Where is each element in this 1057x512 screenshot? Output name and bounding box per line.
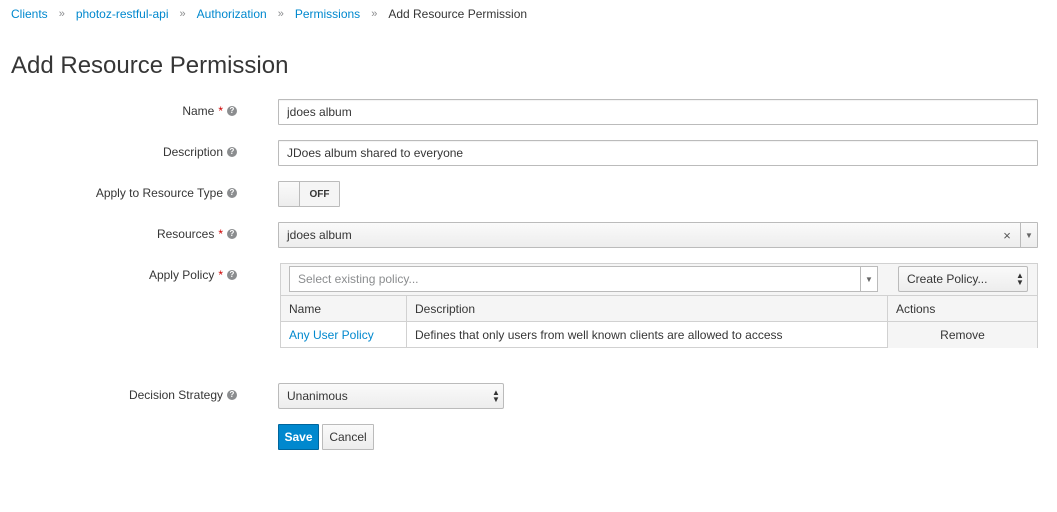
policy-actions-cell: Remove bbox=[888, 322, 1037, 348]
description-label: Description ? bbox=[163, 145, 237, 159]
policy-toolbar: Select existing policy... ▼ Create Polic… bbox=[281, 264, 1037, 296]
decision-strategy-value: Unanimous bbox=[287, 389, 348, 403]
breadcrumb-clients[interactable]: Clients bbox=[11, 7, 48, 21]
policy-description-cell: Defines that only users from well known … bbox=[407, 322, 888, 348]
resources-selected-value: jdoes album bbox=[287, 228, 352, 242]
help-icon[interactable]: ? bbox=[227, 188, 237, 198]
toggle-knob[interactable] bbox=[279, 182, 300, 206]
breadcrumb: Clients » photoz-restful-api » Authoriza… bbox=[11, 7, 527, 21]
apply-resource-type-label-text: Apply to Resource Type bbox=[95, 186, 223, 200]
policy-table: Name Description Actions Any User Policy… bbox=[281, 296, 1037, 348]
resources-label: Resources * ? bbox=[157, 227, 237, 241]
help-icon[interactable]: ? bbox=[227, 106, 237, 116]
apply-policy-label-text: Apply Policy bbox=[148, 268, 215, 282]
column-header-name: Name bbox=[281, 296, 407, 321]
column-header-description: Description bbox=[407, 296, 888, 321]
breadcrumb-client[interactable]: photoz-restful-api bbox=[76, 7, 169, 21]
breadcrumb-separator: » bbox=[277, 8, 284, 20]
create-policy-select[interactable]: Create Policy... ▲ ▼ bbox=[898, 266, 1028, 292]
create-policy-label: Create Policy... bbox=[907, 272, 988, 286]
help-icon[interactable]: ? bbox=[227, 390, 237, 400]
breadcrumb-authorization[interactable]: Authorization bbox=[197, 7, 267, 21]
policy-select[interactable]: Select existing policy... ▼ bbox=[289, 266, 878, 292]
breadcrumb-separator: » bbox=[58, 8, 65, 20]
table-header-row: Name Description Actions bbox=[281, 296, 1037, 322]
decision-strategy-select[interactable]: Unanimous ▲ ▼ bbox=[278, 383, 504, 409]
save-button[interactable]: Save bbox=[278, 424, 319, 450]
apply-resource-type-toggle[interactable]: OFF bbox=[278, 181, 340, 207]
decision-strategy-label-text: Decision Strategy bbox=[128, 388, 223, 402]
toggle-state: OFF bbox=[300, 182, 339, 206]
policy-name-link[interactable]: Any User Policy bbox=[289, 328, 374, 342]
help-icon[interactable]: ? bbox=[227, 229, 237, 239]
resources-select[interactable]: jdoes album × ▼ bbox=[278, 222, 1038, 248]
help-icon[interactable]: ? bbox=[227, 147, 237, 157]
required-mark: * bbox=[218, 104, 223, 118]
updown-arrows-icon: ▲ ▼ bbox=[1016, 271, 1024, 287]
column-header-actions: Actions bbox=[896, 301, 936, 316]
page-title: Add Resource Permission bbox=[11, 52, 289, 79]
clear-icon[interactable]: × bbox=[1000, 228, 1014, 243]
cancel-button[interactable]: Cancel bbox=[322, 424, 374, 450]
help-icon[interactable]: ? bbox=[227, 270, 237, 280]
breadcrumb-permissions[interactable]: Permissions bbox=[295, 7, 360, 21]
name-label: Name * ? bbox=[182, 104, 237, 118]
remove-button[interactable]: Remove bbox=[888, 322, 1037, 348]
chevron-down-icon[interactable]: ▼ bbox=[1020, 223, 1037, 247]
breadcrumb-separator: » bbox=[179, 8, 186, 20]
description-label-text: Description bbox=[162, 145, 223, 159]
policy-name-cell: Any User Policy bbox=[281, 322, 407, 348]
name-input[interactable] bbox=[278, 99, 1038, 125]
apply-policy-label: Apply Policy * ? bbox=[149, 268, 237, 282]
policy-select-placeholder: Select existing policy... bbox=[298, 272, 419, 286]
apply-policy-panel: Select existing policy... ▼ Create Polic… bbox=[280, 263, 1038, 348]
apply-resource-type-label: Apply to Resource Type ? bbox=[96, 186, 237, 200]
page: Clients » photoz-restful-api » Authoriza… bbox=[0, 0, 1057, 512]
required-mark: * bbox=[218, 227, 223, 241]
breadcrumb-separator: » bbox=[371, 8, 378, 20]
resources-label-text: Resources bbox=[156, 227, 215, 241]
chevron-down-icon[interactable]: ▼ bbox=[860, 267, 877, 291]
decision-strategy-label: Decision Strategy ? bbox=[129, 388, 237, 402]
updown-arrows-icon: ▲ ▼ bbox=[492, 388, 500, 404]
required-mark: * bbox=[218, 268, 223, 282]
breadcrumb-current: Add Resource Permission bbox=[388, 7, 528, 21]
name-label-text: Name bbox=[182, 104, 215, 118]
table-row: Any User Policy Defines that only users … bbox=[281, 322, 1037, 348]
description-input[interactable] bbox=[278, 140, 1038, 166]
